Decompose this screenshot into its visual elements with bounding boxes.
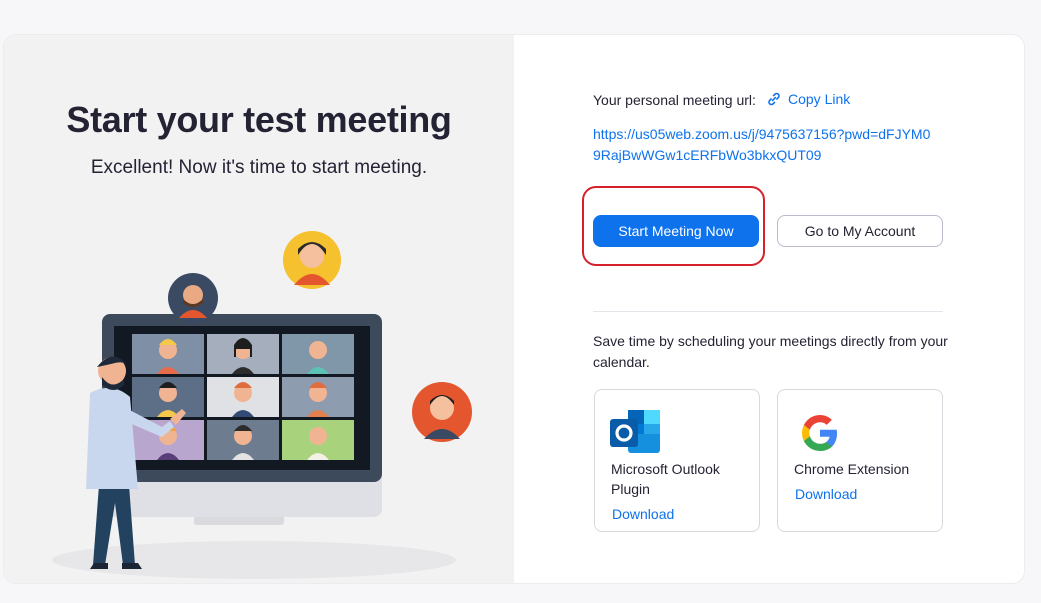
avatar-man-bearded: [168, 273, 218, 323]
section-divider: [593, 311, 943, 312]
outlook-plugin-name: Microsoft Outlook Plugin: [611, 461, 720, 497]
page-subtitle: Excellent! Now it's time to start meetin…: [90, 157, 428, 178]
avatar-man: [412, 382, 472, 442]
right-panel: Your personal meeting url: Copy Link htt…: [514, 35, 1024, 583]
copy-link-label: Copy Link: [788, 91, 851, 107]
page-title: Start your test meeting: [66, 99, 452, 140]
personal-meeting-url-link[interactable]: https://us05web.zoom.us/j/9475637156?pwd…: [593, 124, 933, 166]
schedule-description: Save time by scheduling your meetings di…: [593, 333, 948, 370]
outlook-download-link[interactable]: Download: [612, 506, 674, 522]
copy-link-button[interactable]: Copy Link: [766, 91, 850, 107]
chrome-download-link[interactable]: Download: [795, 486, 857, 502]
avatar-woman: [283, 231, 341, 289]
chrome-extension-name: Chrome Extension: [794, 461, 910, 477]
meeting-url-label: Your personal meeting url:: [593, 92, 756, 108]
participant-grid: [132, 334, 354, 460]
google-icon: [802, 415, 837, 451]
go-to-my-account-button[interactable]: Go to My Account: [777, 215, 943, 247]
link-icon: [768, 92, 780, 106]
test-meeting-card: Start your test meeting Excellent! Now i…: [4, 35, 1024, 583]
outlook-plugin-card: Microsoft Outlook Plugin Download: [594, 389, 760, 532]
video-conference-illustration: [52, 231, 472, 579]
left-panel: Start your test meeting Excellent! Now i…: [4, 35, 514, 583]
chrome-extension-card: Chrome Extension Download: [777, 389, 943, 532]
start-meeting-now-button[interactable]: Start Meeting Now: [593, 215, 759, 247]
outlook-icon: [610, 410, 660, 453]
